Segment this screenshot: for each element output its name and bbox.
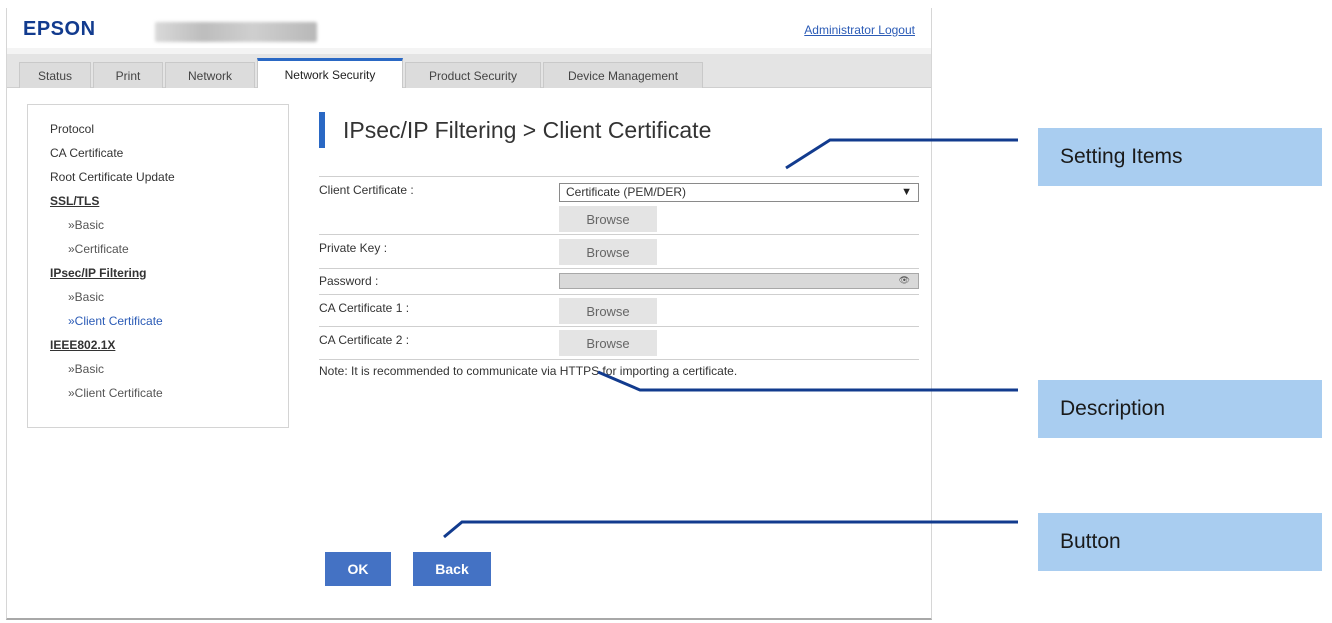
password-label: Password : xyxy=(319,274,379,288)
password-field[interactable]: 👁 xyxy=(559,273,919,289)
client-certificate-row: Client Certificate : Certificate (PEM/DE… xyxy=(319,176,919,234)
ca-certificate-2-label: CA Certificate 2 : xyxy=(319,333,410,347)
ok-button[interactable]: OK xyxy=(325,552,391,586)
sidebar-item-ca-certificate[interactable]: CA Certificate xyxy=(50,141,288,165)
client-certificate-selected-value: Certificate (PEM/DER) xyxy=(566,185,687,199)
https-note: Note: It is recommended to communicate v… xyxy=(319,364,738,378)
tab-print[interactable]: Print xyxy=(93,62,163,88)
tab-network[interactable]: Network xyxy=(165,62,255,88)
tab-product-security[interactable]: Product Security xyxy=(405,62,541,88)
sidebar-item-ssl-basic[interactable]: »Basic xyxy=(50,213,288,237)
sidebar-item-root-certificate-update[interactable]: Root Certificate Update xyxy=(50,165,288,189)
chevron-down-icon: ▼ xyxy=(901,186,912,198)
private-key-label: Private Key : xyxy=(319,241,388,255)
sidebar-section-ipsec[interactable]: IPsec/IP Filtering xyxy=(50,261,288,285)
eye-icon[interactable]: 👁 xyxy=(899,275,910,286)
page-title: IPsec/IP Filtering > Client Certificate xyxy=(319,112,711,148)
client-certificate-label: Client Certificate : xyxy=(319,183,414,197)
sidebar-item-ssl-certificate[interactable]: »Certificate xyxy=(50,237,288,261)
blurred-model-name xyxy=(155,22,317,42)
settings-form: Client Certificate : Certificate (PEM/DE… xyxy=(319,176,919,360)
tab-status[interactable]: Status xyxy=(19,62,91,88)
administrator-logout-link[interactable]: Administrator Logout xyxy=(804,23,915,37)
ca-certificate-2-row: CA Certificate 2 : Browse xyxy=(319,326,919,360)
sidebar-item-ipsec-client-certificate[interactable]: »Client Certificate xyxy=(50,309,288,333)
sidebar-item-ipsec-basic[interactable]: »Basic xyxy=(50,285,288,309)
tab-network-security[interactable]: Network Security xyxy=(257,58,403,89)
password-row: Password : 👁 xyxy=(319,268,919,294)
back-button[interactable]: Back xyxy=(413,552,491,586)
ca-certificate-2-browse-button[interactable]: Browse xyxy=(559,330,657,356)
browser-window: EPSON Administrator Logout Status Print … xyxy=(6,8,932,620)
sidebar-section-ssl-tls[interactable]: SSL/TLS xyxy=(50,189,288,213)
callout-setting-items: Setting Items xyxy=(1038,128,1322,186)
tab-device-management[interactable]: Device Management xyxy=(543,62,703,88)
ca-certificate-1-browse-button[interactable]: Browse xyxy=(559,298,657,324)
sidebar-item-ieee-basic[interactable]: »Basic xyxy=(50,357,288,381)
callout-button: Button xyxy=(1038,513,1322,571)
sidebar-item-ieee-client-certificate[interactable]: »Client Certificate xyxy=(50,381,288,405)
epson-logo: EPSON xyxy=(23,18,96,40)
top-bar: EPSON Administrator Logout xyxy=(7,8,931,48)
ca-certificate-1-row: CA Certificate 1 : Browse xyxy=(319,294,919,326)
private-key-row: Private Key : Browse xyxy=(319,234,919,268)
private-key-browse-button[interactable]: Browse xyxy=(559,239,657,265)
tab-bar: Status Print Network Network Security Pr… xyxy=(7,54,931,89)
callout-description: Description xyxy=(1038,380,1322,438)
sidebar-item-protocol[interactable]: Protocol xyxy=(50,117,288,141)
main-content: Protocol CA Certificate Root Certificate… xyxy=(7,88,931,618)
ca-certificate-1-label: CA Certificate 1 : xyxy=(319,301,410,315)
client-certificate-browse-button[interactable]: Browse xyxy=(559,206,657,232)
sidebar: Protocol CA Certificate Root Certificate… xyxy=(27,104,289,428)
sidebar-section-ieee8021x[interactable]: IEEE802.1X xyxy=(50,333,288,357)
client-certificate-select[interactable]: Certificate (PEM/DER) ▼ xyxy=(559,183,919,202)
